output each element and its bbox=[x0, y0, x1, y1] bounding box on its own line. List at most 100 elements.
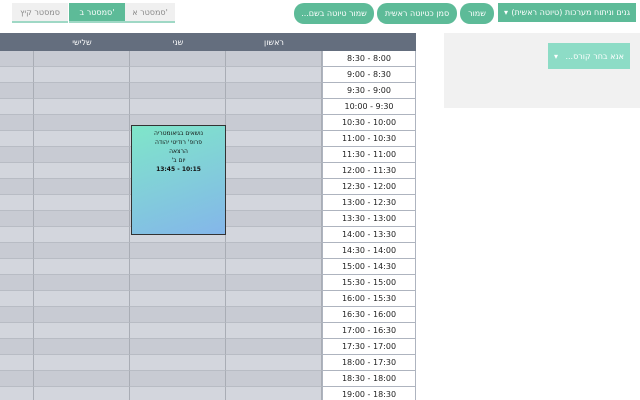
save-as-button[interactable]: שמור טיוטה בשם... bbox=[294, 3, 374, 24]
schedule-cell[interactable] bbox=[34, 211, 130, 227]
table-row: 8:30 - 8:00 bbox=[0, 51, 416, 67]
schedule-cell[interactable] bbox=[34, 371, 130, 387]
schedule-cell[interactable] bbox=[130, 275, 226, 291]
time-slot-label: 14:00 - 13:30 bbox=[322, 227, 416, 243]
schedule-cell[interactable] bbox=[34, 275, 130, 291]
save-button[interactable]: שמור bbox=[460, 3, 494, 24]
schedule-cell[interactable] bbox=[0, 259, 34, 275]
semester-a-tab[interactable]: סמסטר א' bbox=[125, 3, 175, 23]
schedule-cell[interactable] bbox=[34, 243, 130, 259]
schedule-cell[interactable] bbox=[226, 163, 322, 179]
schedule-cell[interactable] bbox=[226, 179, 322, 195]
schedule-cell[interactable] bbox=[130, 371, 226, 387]
schedule-cell[interactable] bbox=[226, 243, 322, 259]
schedule-cell[interactable] bbox=[0, 83, 34, 99]
time-slot-label: 8:30 - 8:00 bbox=[322, 51, 416, 67]
schedule-cell[interactable] bbox=[130, 67, 226, 83]
schedule-cell[interactable] bbox=[0, 243, 34, 259]
schedule-cell[interactable] bbox=[34, 115, 130, 131]
schedule-cell[interactable] bbox=[0, 307, 34, 323]
schedule-cell[interactable] bbox=[226, 259, 322, 275]
schedule-cell[interactable] bbox=[226, 323, 322, 339]
schedule-cell[interactable] bbox=[130, 243, 226, 259]
time-slot-label: 18:00 - 17:30 bbox=[322, 355, 416, 371]
schedule-cell[interactable] bbox=[34, 83, 130, 99]
course-day: יום ב' bbox=[171, 157, 186, 164]
schedule-cell[interactable] bbox=[226, 99, 322, 115]
schedule-cell[interactable] bbox=[0, 387, 34, 400]
schedule-cell[interactable] bbox=[0, 195, 34, 211]
schedule-cell[interactable] bbox=[0, 147, 34, 163]
schedule-cell[interactable] bbox=[130, 51, 226, 67]
schedule-cell[interactable] bbox=[0, 291, 34, 307]
semester-summer-tab[interactable]: סמסטר קיץ bbox=[12, 3, 68, 23]
schedule-cell[interactable] bbox=[34, 291, 130, 307]
schedule-cell[interactable] bbox=[226, 147, 322, 163]
schedule-cell[interactable] bbox=[226, 51, 322, 67]
schedule-cell[interactable] bbox=[226, 355, 322, 371]
schedule-cell[interactable] bbox=[34, 99, 130, 115]
schedule-cell[interactable] bbox=[130, 259, 226, 275]
schedule-cell[interactable] bbox=[0, 163, 34, 179]
time-slot-label: 12:30 - 12:00 bbox=[322, 179, 416, 195]
schedule-cell[interactable] bbox=[34, 339, 130, 355]
course-select[interactable]: אנא בחר קורס... ▾ bbox=[548, 43, 630, 69]
schedule-cell[interactable] bbox=[130, 99, 226, 115]
schedule-cell[interactable] bbox=[226, 275, 322, 291]
schedule-cell[interactable] bbox=[0, 339, 34, 355]
schedule-cell[interactable] bbox=[34, 259, 130, 275]
semester-b-tab[interactable]: סמסטר ב' bbox=[69, 3, 125, 23]
schedule-cell[interactable] bbox=[130, 339, 226, 355]
schedule-cell[interactable] bbox=[34, 387, 130, 400]
chevron-down-icon: ▾ bbox=[504, 8, 509, 17]
schedule-cell[interactable] bbox=[226, 291, 322, 307]
draft-select[interactable]: גנים וניתוח מערכות (טיוטה ראשית) ▾ bbox=[498, 3, 636, 22]
schedule-cell[interactable] bbox=[0, 275, 34, 291]
schedule-cell[interactable] bbox=[34, 355, 130, 371]
schedule-cell[interactable] bbox=[226, 387, 322, 400]
schedule-cell[interactable] bbox=[0, 179, 34, 195]
table-row: 15:30 - 15:00 bbox=[0, 275, 416, 291]
schedule-cell[interactable] bbox=[226, 83, 322, 99]
schedule-cell[interactable] bbox=[34, 195, 130, 211]
schedule-cell[interactable] bbox=[226, 115, 322, 131]
schedule-cell[interactable] bbox=[0, 51, 34, 67]
schedule-cell[interactable] bbox=[226, 371, 322, 387]
schedule-cell[interactable] bbox=[34, 51, 130, 67]
schedule-cell[interactable] bbox=[226, 339, 322, 355]
schedule-cell[interactable] bbox=[34, 323, 130, 339]
schedule-cell[interactable] bbox=[34, 131, 130, 147]
schedule-cell[interactable] bbox=[0, 211, 34, 227]
schedule-cell[interactable] bbox=[226, 307, 322, 323]
course-block[interactable]: נושאים בגיאומטריה פרופ' רודיטי יהודה הרצ… bbox=[131, 125, 226, 235]
schedule-cell[interactable] bbox=[130, 387, 226, 400]
schedule-cell[interactable] bbox=[130, 355, 226, 371]
schedule-cell[interactable] bbox=[0, 323, 34, 339]
schedule-cell[interactable] bbox=[0, 99, 34, 115]
schedule-cell[interactable] bbox=[226, 227, 322, 243]
schedule-cell[interactable] bbox=[34, 179, 130, 195]
schedule-cell[interactable] bbox=[0, 67, 34, 83]
schedule-cell[interactable] bbox=[0, 355, 34, 371]
schedule-cell[interactable] bbox=[0, 115, 34, 131]
schedule-cell[interactable] bbox=[226, 195, 322, 211]
schedule-cell[interactable] bbox=[226, 211, 322, 227]
schedule-cell[interactable] bbox=[226, 131, 322, 147]
schedule-cell[interactable] bbox=[34, 163, 130, 179]
mark-main-button[interactable]: סמן כטיוטה ראשית bbox=[377, 3, 457, 24]
time-slot-label: 9:00 - 8:30 bbox=[322, 67, 416, 83]
schedule-cell[interactable] bbox=[0, 371, 34, 387]
time-slot-label: 18:30 - 18:00 bbox=[322, 371, 416, 387]
schedule-cell[interactable] bbox=[130, 323, 226, 339]
schedule-cell[interactable] bbox=[34, 67, 130, 83]
schedule-cell[interactable] bbox=[130, 83, 226, 99]
schedule-cell[interactable] bbox=[0, 131, 34, 147]
schedule-cell[interactable] bbox=[34, 147, 130, 163]
time-slot-label: 10:00 - 9:30 bbox=[322, 99, 416, 115]
schedule-cell[interactable] bbox=[130, 291, 226, 307]
schedule-cell[interactable] bbox=[34, 307, 130, 323]
schedule-cell[interactable] bbox=[0, 227, 34, 243]
schedule-cell[interactable] bbox=[130, 307, 226, 323]
schedule-cell[interactable] bbox=[34, 227, 130, 243]
schedule-cell[interactable] bbox=[226, 67, 322, 83]
